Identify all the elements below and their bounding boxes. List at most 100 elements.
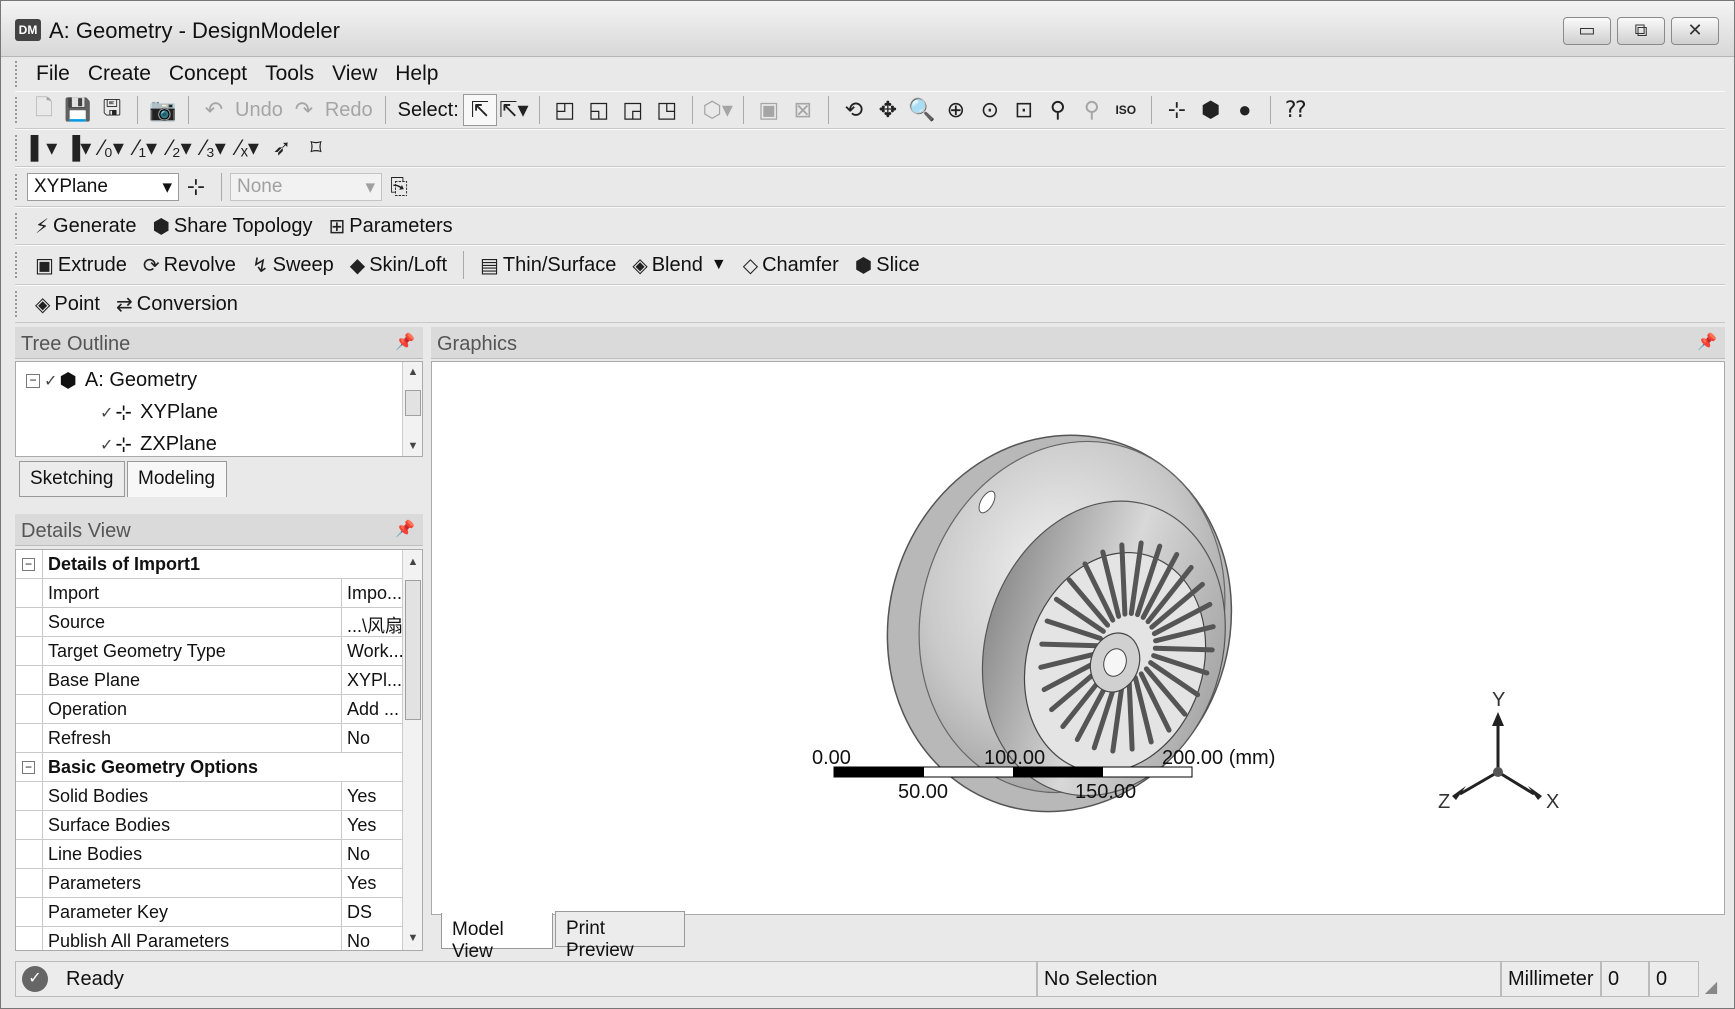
menu-help[interactable]: Help [386, 62, 447, 86]
property-value[interactable]: Work... [342, 637, 404, 666]
details-row[interactable]: Surface Bodies Yes [16, 811, 404, 840]
menu-create[interactable]: Create [79, 62, 160, 86]
tab-sketching[interactable]: Sketching [19, 461, 125, 497]
close-button[interactable]: ✕ [1671, 17, 1719, 45]
point-constraint-icon[interactable]: ⁄₀▾ [95, 132, 129, 164]
details-row[interactable]: Publish All Parameters No [16, 927, 404, 950]
menu-file[interactable]: File [27, 62, 79, 86]
property-value[interactable]: Impo... [342, 579, 404, 608]
maximize-button[interactable]: ⧉ [1617, 17, 1665, 45]
resize-grip-icon[interactable]: ◢ [1699, 961, 1723, 997]
details-row[interactable]: Base Plane XYPl... [16, 666, 404, 695]
skin-loft-button[interactable]: ◆ Skin/Loft [342, 249, 455, 281]
clear-selection-icon[interactable]: ⊠ [786, 94, 820, 126]
menu-concept[interactable]: Concept [160, 62, 256, 86]
whats-this-help-icon[interactable]: ⁇ [1279, 94, 1313, 126]
tree-item-xyplane[interactable]: ✓ ⊹ XYPlane [100, 400, 218, 425]
line-1-icon[interactable]: ⁄₁▾ [129, 132, 163, 164]
select-filter-dropdown-icon[interactable]: ⇱▾ [497, 94, 531, 126]
model-view-canvas[interactable]: 0.00 100.00 200.00 (mm) 50.00 150.00 Y X… [432, 362, 1724, 914]
rotate-icon[interactable]: ⟲ [837, 94, 871, 126]
chamfer-button[interactable]: ◇ Chamfer [735, 249, 847, 281]
zoom-in-icon[interactable]: ⊕ [939, 94, 973, 126]
display-plane-icon[interactable]: ▌▾ [27, 132, 61, 164]
property-value[interactable]: No [342, 724, 404, 753]
revolve-button[interactable]: ⟳ Revolve [135, 249, 244, 281]
undo-button[interactable]: Undo [231, 99, 287, 122]
select-points-icon[interactable]: ◰ [548, 94, 582, 126]
graphics-viewport[interactable]: 0.00 100.00 200.00 (mm) 50.00 150.00 Y X… [431, 361, 1725, 915]
save-as-icon[interactable]: 🖫 [95, 94, 129, 126]
new-plane-axis-icon[interactable]: ⊹ [179, 171, 213, 203]
details-row[interactable]: Operation Add ... [16, 695, 404, 724]
details-row[interactable]: Solid Bodies Yes [16, 782, 404, 811]
scroll-down-icon[interactable]: ▼ [403, 440, 423, 452]
property-value[interactable]: Yes [342, 811, 404, 840]
blend-button[interactable]: ◈ Blend ▼ [624, 249, 734, 281]
details-group-header[interactable]: − Basic Geometry Options [16, 753, 404, 782]
details-row[interactable]: Refresh No [16, 724, 404, 753]
extrude-button[interactable]: ▣ Extrude [27, 249, 135, 281]
magnifier-icon[interactable]: ⚲ [1041, 94, 1075, 126]
details-row[interactable]: Line Bodies No [16, 840, 404, 869]
units-status[interactable]: Millimeter [1501, 961, 1601, 997]
tree-scrollbar[interactable]: ▲ ▼ [402, 362, 422, 456]
save-icon[interactable]: 💾 [61, 94, 95, 126]
property-value[interactable]: Yes [342, 782, 404, 811]
select-mode-icon[interactable]: ⇱ [462, 94, 497, 126]
property-value[interactable]: DS [342, 898, 404, 927]
select-bodies-icon[interactable]: ◳ [650, 94, 684, 126]
details-row[interactable]: Source ...\风扇 [16, 608, 404, 637]
menu-tools[interactable]: Tools [256, 62, 323, 86]
tab-modeling[interactable]: Modeling [127, 461, 227, 497]
pin-icon[interactable]: 📌 [395, 519, 415, 539]
line-2-icon[interactable]: ⁄₂▾ [163, 132, 197, 164]
display-point-icon[interactable]: ● [1228, 94, 1262, 126]
conversion-button[interactable]: ⇄ Conversion [108, 288, 246, 320]
new-plane-icon[interactable]: ⌑ [299, 132, 333, 164]
tab-model-view[interactable]: Model View [441, 913, 553, 962]
tab-print-preview[interactable]: Print Preview [555, 911, 685, 961]
zoom-fit-icon[interactable]: ⊡ [1007, 94, 1041, 126]
line-x-icon[interactable]: ⁄ₓ▾ [231, 132, 265, 164]
select-edges-icon[interactable]: ◱ [582, 94, 616, 126]
select-faces-icon[interactable]: ◲ [616, 94, 650, 126]
new-icon[interactable]: 🗋 [27, 94, 61, 126]
extend-selection-icon[interactable]: ⬡▾ [701, 94, 735, 126]
menu-view[interactable]: View [323, 62, 386, 86]
scroll-thumb[interactable] [405, 580, 421, 720]
collapse-icon[interactable]: − [26, 373, 40, 388]
select-all-icon[interactable]: ▣ [752, 94, 786, 126]
pin-icon[interactable]: 📌 [395, 332, 415, 352]
display-sketch-icon[interactable]: ▐▾ [61, 132, 95, 164]
property-value[interactable]: No [342, 927, 404, 950]
scroll-up-icon[interactable]: ▲ [403, 366, 423, 378]
details-row[interactable]: Target Geometry Type Work... [16, 637, 404, 666]
sweep-button[interactable]: ↯ Sweep [244, 249, 342, 281]
property-value[interactable]: Yes [342, 869, 404, 898]
collapse-icon[interactable]: − [22, 558, 35, 571]
redo-button[interactable]: Redo [321, 99, 377, 122]
thin-surface-button[interactable]: ▤ Thin/Surface [472, 249, 624, 281]
new-sketch-icon[interactable]: ⎘ [382, 171, 416, 203]
property-value[interactable]: ...\风扇 [342, 608, 404, 637]
property-value[interactable]: No [342, 840, 404, 869]
minimize-button[interactable]: ▭ [1563, 17, 1611, 45]
zoom-box-icon[interactable]: ⊙ [973, 94, 1007, 126]
pan-icon[interactable]: ✥ [871, 94, 905, 126]
sketch-select[interactable]: None ▾ [230, 173, 382, 201]
tree-item-zxplane[interactable]: ✓ ⊹ ZXPlane [100, 432, 217, 457]
point-button[interactable]: ◈ Point [27, 288, 108, 320]
tree-item-geometry[interactable]: − ✓ ⬢ A: Geometry [26, 368, 197, 393]
isometric-view-icon[interactable]: ISO [1109, 94, 1143, 126]
scroll-up-icon[interactable]: ▲ [403, 556, 422, 568]
details-row[interactable]: Parameter Key DS [16, 898, 404, 927]
pin-tool-icon[interactable]: ➶ [265, 132, 299, 164]
zoom-icon[interactable]: 🔍 [905, 94, 939, 126]
previous-view-icon[interactable]: ⚲ [1075, 94, 1109, 126]
display-model-icon[interactable]: ⬢ [1194, 94, 1228, 126]
share-topology-button[interactable]: ⬢ Share Topology [144, 210, 320, 242]
scroll-down-icon[interactable]: ▼ [403, 932, 422, 944]
line-3-icon[interactable]: ⁄₃▾ [197, 132, 231, 164]
generate-button[interactable]: ⚡ Generate [27, 210, 144, 242]
